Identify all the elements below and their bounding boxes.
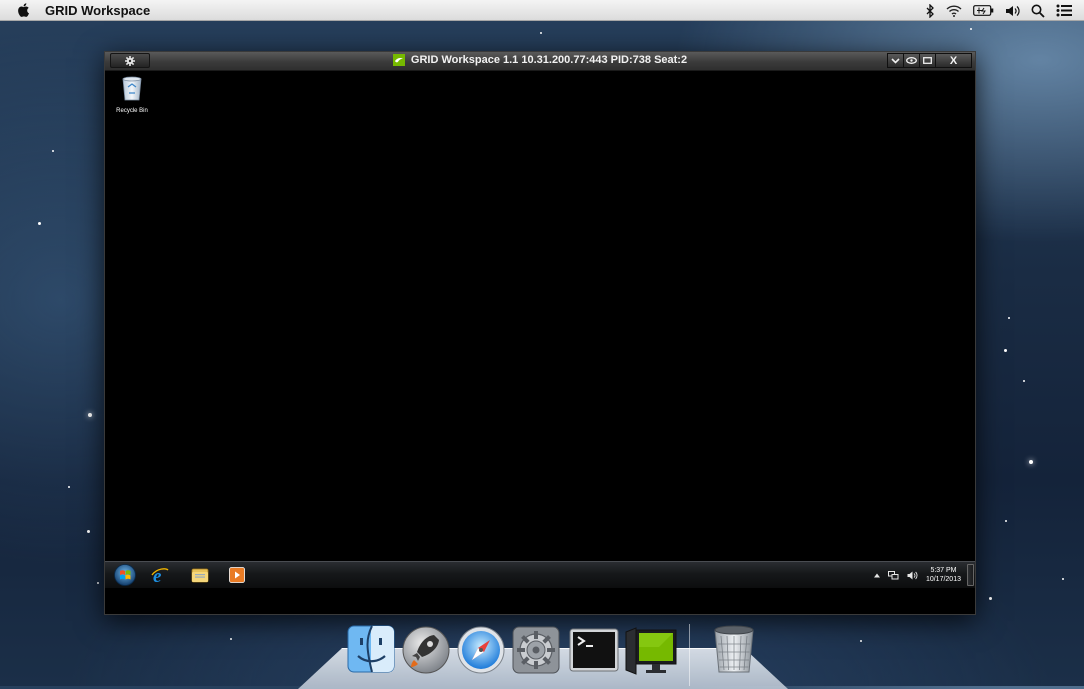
notification-center-icon[interactable] [1056,4,1072,17]
dock-item-terminal[interactable] [568,622,620,678]
star [1029,460,1033,464]
trash-icon [714,625,754,673]
show-hidden-icons-icon[interactable] [873,573,880,578]
star [88,413,92,417]
clock-time: 5:37 PM [930,567,957,574]
active-app-name[interactable]: GRID Workspace [45,3,150,18]
desktop-icon-label: Recycle Bin [116,108,148,114]
file-explorer-icon[interactable] [191,566,209,584]
maximize-button[interactable] [919,53,936,68]
remote-desktop[interactable]: Recycle Bin e 5:37 PM 10/17/2013 [105,71,975,588]
spotlight-search-icon[interactable] [1031,4,1045,18]
recycle-bin-icon [122,76,142,101]
window-controls: X [887,53,972,68]
close-icon: X [949,54,958,67]
finder-icon [347,625,395,673]
star [1023,380,1025,382]
nvidia-logo-icon [392,54,405,66]
star [1008,317,1010,319]
grid-workspace-window: GRID Workspace 1.1 10.31.200.77:443 PID:… [104,51,976,615]
star [1062,578,1064,580]
star [540,32,542,34]
dock-divider [689,624,690,686]
volume-icon[interactable] [1005,5,1020,17]
menu-extras [926,2,1072,19]
collapse-button[interactable] [887,53,904,68]
window-titlebar[interactable]: GRID Workspace 1.1 10.31.200.77:443 PID:… [105,52,975,71]
safari-icon [457,626,505,674]
star [860,640,862,642]
battery-icon[interactable] [973,5,994,16]
chevron-down-icon [891,57,900,64]
system-tray: 5:37 PM 10/17/2013 [873,562,975,588]
windows-taskbar: e 5:37 PM 10/17/2013 [105,561,975,588]
terminal-icon [569,628,619,672]
taskbar-clock[interactable]: 5:37 PM 10/17/2013 [926,566,961,584]
menu-bar: GRID Workspace [0,0,1084,21]
dock-item-grid-workspace[interactable] [624,622,680,678]
media-player-icon[interactable] [229,567,245,583]
star [87,530,90,533]
star [970,28,972,30]
star [52,150,54,152]
maximize-icon [923,57,932,64]
dock-item-finder[interactable] [345,622,397,678]
clock-date: 10/17/2013 [925,576,961,583]
start-orb-icon[interactable] [114,564,136,586]
star [1004,349,1007,352]
dock-item-trash[interactable] [708,622,760,678]
star [1005,520,1007,522]
launchpad-icon [402,626,450,674]
window-title: GRID Workspace 1.1 10.31.200.77:443 PID:… [105,54,975,66]
window-title-text: GRID Workspace 1.1 10.31.200.77:443 PID:… [410,54,688,66]
wifi-icon[interactable] [946,4,962,17]
show-desktop-button[interactable] [967,564,974,586]
close-button[interactable]: X [935,53,972,68]
volume-icon[interactable] [907,571,918,580]
dock-item-system-preferences[interactable] [510,622,562,678]
internet-explorer-icon[interactable]: e [151,566,169,584]
star [989,597,992,600]
star [97,582,99,584]
grid-workspace-icon [625,627,677,675]
network-icon[interactable] [887,570,899,580]
apple-icon[interactable] [16,2,32,18]
dock-item-safari[interactable] [455,622,507,678]
star [38,222,41,225]
system-preferences-icon [512,626,560,674]
desktop-icon-recycle-bin[interactable]: Recycle Bin [108,76,156,114]
dock-item-launchpad[interactable] [400,622,452,678]
view-button[interactable] [903,53,920,68]
bluetooth-icon[interactable] [926,3,935,18]
star [230,638,232,640]
star [68,486,70,488]
eye-icon [906,57,917,64]
